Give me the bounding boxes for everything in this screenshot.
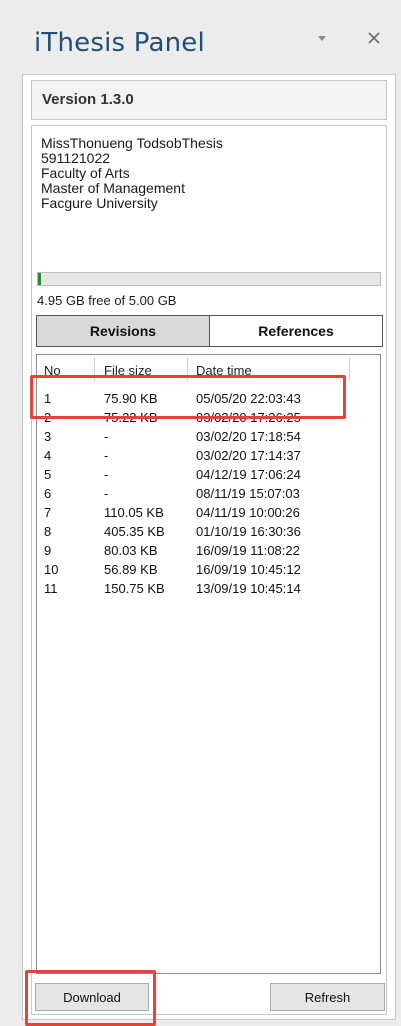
revision-date-time: 04/12/19 17:06:24	[196, 467, 301, 482]
revision-no: 11	[44, 581, 58, 596]
revision-row[interactable]: 4 - 03/02/20 17:14:37	[37, 446, 380, 465]
revision-file-size: 56.89 KB	[104, 562, 158, 577]
revision-date-time: 16/09/19 10:45:12	[196, 562, 301, 577]
revision-file-size: -	[104, 467, 109, 482]
version-box: Version 1.3.0	[31, 80, 387, 120]
revision-date-time: 13/09/19 10:45:14	[196, 581, 301, 596]
tab-references[interactable]: References	[210, 316, 382, 346]
revision-file-size: 150.75 KB	[104, 581, 165, 596]
close-icon	[368, 32, 380, 44]
revision-no: 1	[44, 391, 52, 406]
revision-date-time: 03/02/20 17:14:37	[196, 448, 301, 463]
chevron-down-icon	[318, 36, 326, 41]
revision-date-time: 08/11/19 15:07:03	[196, 486, 300, 501]
revision-file-size: 405.35 KB	[104, 524, 165, 539]
revision-no: 8	[44, 524, 52, 539]
revision-date-time: 05/05/20 22:03:43	[196, 391, 301, 406]
panel-title: iThesis Panel	[34, 28, 205, 58]
revision-no: 3	[44, 429, 52, 444]
revision-file-size: -	[104, 486, 109, 501]
revision-date-time: 01/10/19 16:30:36	[196, 524, 301, 539]
revision-row[interactable]: 5 - 04/12/19 17:06:24	[37, 465, 380, 484]
revision-file-size: 75.90 KB	[104, 391, 158, 406]
download-button[interactable]: Download	[35, 983, 149, 1011]
tab-bar: Revisions References	[36, 315, 383, 347]
revision-row[interactable]: 2 75.22 KB 03/02/20 17:26:25	[37, 408, 380, 427]
revision-file-size: 110.05 KB	[104, 505, 164, 520]
revision-date-time: 03/02/20 17:18:54	[196, 429, 301, 444]
close-panel-button[interactable]	[366, 30, 382, 46]
revision-row[interactable]: 3 - 03/02/20 17:18:54	[37, 427, 380, 446]
ithesis-panel: Version 1.3.0 MissThonueng TodsobThesis …	[22, 74, 396, 1020]
revision-row[interactable]: 11 150.75 KB 13/09/19 10:45:14	[37, 579, 380, 598]
revision-row[interactable]: 1 75.90 KB 05/05/20 22:03:43	[37, 389, 380, 408]
storage-text: 4.95 GB free of 5.00 GB	[37, 293, 177, 308]
user-name: MissThonueng TodsobThesis	[41, 135, 223, 151]
revision-row[interactable]: 7 110.05 KB 04/11/19 10:00:26	[37, 503, 380, 522]
version-label: Version 1.3.0	[42, 91, 134, 108]
column-divider	[187, 357, 188, 381]
revision-no: 10	[44, 562, 59, 577]
column-divider	[94, 357, 95, 381]
tab-revisions[interactable]: Revisions	[37, 316, 210, 346]
revision-no: 2	[44, 410, 52, 425]
storage-progress-fill	[38, 273, 42, 285]
revision-date-time: 04/11/19 10:00:26	[196, 505, 300, 520]
panel-titlebar: iThesis Panel	[0, 0, 401, 78]
revision-row[interactable]: 9 80.03 KB 16/09/19 11:08:22	[37, 541, 380, 560]
info-box: MissThonueng TodsobThesis 591121022 Facu…	[31, 125, 387, 1015]
revision-date-time: 03/02/20 17:26:25	[196, 410, 301, 425]
revision-no: 7	[44, 505, 52, 520]
program: Master of Management	[41, 180, 185, 196]
revision-no: 6	[44, 486, 52, 501]
refresh-button[interactable]: Refresh	[270, 983, 385, 1011]
revision-row[interactable]: 10 56.89 KB 16/09/19 10:45:12	[37, 560, 380, 579]
panel-options-dropdown[interactable]	[314, 30, 330, 46]
revision-file-size: 80.03 KB	[104, 543, 158, 558]
revision-file-size: 75.22 KB	[104, 410, 158, 425]
faculty: Faculty of Arts	[41, 165, 130, 181]
revisions-list[interactable]: No File size Date time 1 75.90 KB 05/05/20…	[36, 354, 381, 974]
university: Facgure University	[41, 195, 158, 211]
storage-progress-bar	[37, 272, 381, 286]
revision-no: 9	[44, 543, 52, 558]
revision-file-size: -	[104, 448, 109, 463]
column-header-no[interactable]: No	[44, 363, 61, 378]
student-id: 591121022	[41, 150, 111, 166]
revision-file-size: -	[104, 429, 109, 444]
revision-no: 4	[44, 448, 52, 463]
user-info: MissThonueng TodsobThesis 591121022 Facu…	[41, 136, 223, 211]
revision-row[interactable]: 8 405.35 KB 01/10/19 16:30:36	[37, 522, 380, 541]
revision-date-time: 16/09/19 11:08:22	[196, 543, 300, 558]
column-divider	[349, 357, 350, 381]
revision-no: 5	[44, 467, 52, 482]
column-header-date-time[interactable]: Date time	[196, 363, 252, 378]
revision-row[interactable]: 6 - 08/11/19 15:07:03	[37, 484, 380, 503]
column-header-file-size[interactable]: File size	[104, 363, 152, 378]
